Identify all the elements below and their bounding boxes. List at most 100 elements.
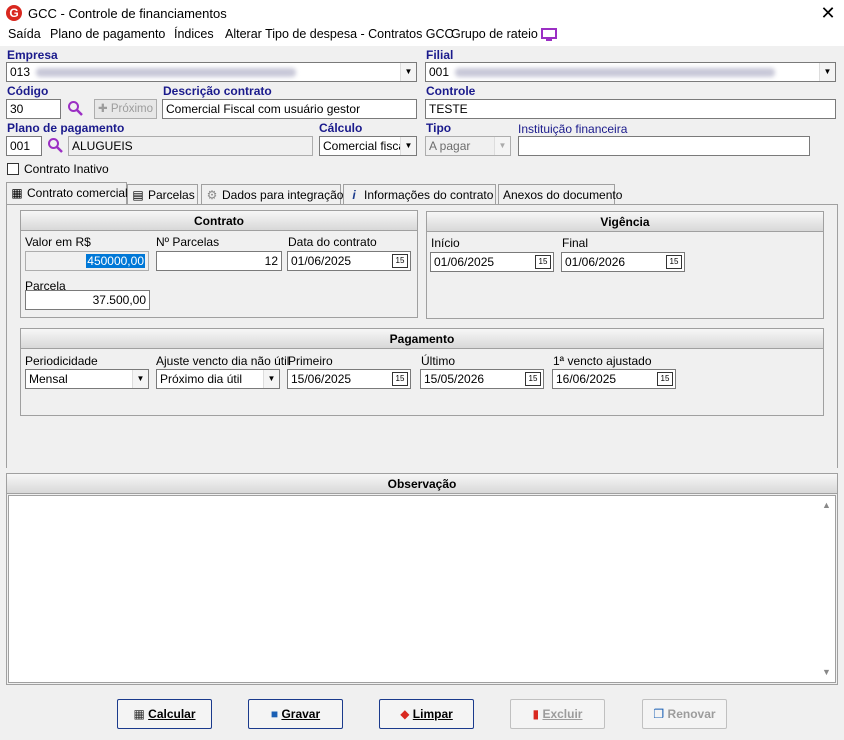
final-input[interactable]: 01/06/2026 15	[561, 252, 685, 272]
calculo-label: Cálculo	[319, 121, 363, 135]
chevron-down-icon[interactable]: ▼	[494, 137, 510, 155]
ajuste-value: Próximo dia útil	[160, 372, 243, 386]
limpar-button[interactable]: ◆ Limpar	[379, 699, 474, 729]
search-icon[interactable]	[47, 137, 63, 153]
menu-plano-pagamento[interactable]: Plano de pagamento	[50, 27, 165, 41]
chevron-down-icon[interactable]: ▼	[400, 137, 416, 155]
ultimo-input[interactable]: 15/05/2026 15	[420, 369, 544, 389]
empresa-select[interactable]: 013 ▼	[6, 62, 417, 82]
empresa-name-redacted	[36, 68, 297, 78]
tab-label: Informações do contrato	[364, 188, 494, 202]
valor-input[interactable]: 450000,00	[25, 251, 149, 271]
inicio-input[interactable]: 01/06/2025 15	[430, 252, 554, 272]
menu-indices[interactable]: Índices	[174, 27, 214, 41]
codigo-input[interactable]: 30	[6, 99, 61, 119]
instituicao-input[interactable]	[518, 136, 810, 156]
trash-icon: ▮	[532, 707, 540, 721]
proximo-button[interactable]: ✚ Próximo	[94, 99, 157, 119]
calculator-icon: ▦	[133, 707, 145, 721]
inicio-label: Início	[431, 236, 460, 250]
tab-label: Anexos do documento	[503, 188, 623, 202]
ajustado-value: 16/06/2025	[556, 372, 617, 386]
nparcelas-label: Nº Parcelas	[156, 235, 220, 249]
controle-input[interactable]: TESTE	[425, 99, 836, 119]
chevron-down-icon[interactable]: ▼	[400, 63, 416, 81]
search-icon[interactable]	[67, 100, 83, 116]
filial-label: Filial	[426, 48, 454, 62]
close-icon[interactable]: ✕	[818, 3, 838, 23]
monitor-icon[interactable]	[541, 28, 557, 42]
ajustado-input[interactable]: 16/06/2025 15	[552, 369, 676, 389]
renovar-button[interactable]: ❐ Renovar	[642, 699, 727, 729]
contrato-inativo-checkbox[interactable]	[7, 163, 19, 175]
ajuste-select[interactable]: Próximo dia útil ▼	[156, 369, 280, 389]
instituicao-label: Instituição financeira	[518, 122, 628, 136]
tab-label: Contrato comercial	[27, 186, 128, 200]
periodicidade-label: Periodicidade	[25, 354, 98, 368]
calendar-icon[interactable]: 15	[666, 255, 682, 269]
tab-label: Parcelas	[148, 188, 195, 202]
filial-code: 001	[429, 65, 450, 79]
calendar-icon[interactable]: 15	[392, 372, 408, 386]
primeiro-input[interactable]: 15/06/2025 15	[287, 369, 411, 389]
info-icon: i	[352, 188, 356, 202]
filial-name-redacted	[455, 68, 776, 78]
limpar-label: Limpar	[412, 707, 453, 721]
menu-grupo-rateio[interactable]: Grupo de rateio	[451, 27, 538, 41]
tab-contrato-comercial[interactable]: ▦ Contrato comercial	[6, 182, 128, 205]
ajuste-label: Ajuste vencto dia não útil	[156, 354, 290, 368]
nparcelas-input[interactable]: 12	[156, 251, 282, 271]
parcela-input[interactable]: 37.500,00	[25, 290, 150, 310]
primeiro-label: Primeiro	[288, 354, 333, 368]
calendar-icon[interactable]: 15	[525, 372, 541, 386]
contrato-inativo-label: Contrato Inativo	[24, 162, 109, 176]
gear-icon: ⚙	[206, 188, 218, 202]
chevron-down-icon[interactable]: ▼	[132, 370, 148, 388]
controle-label: Controle	[426, 84, 476, 98]
scroll-up-icon[interactable]: ▲	[822, 500, 831, 510]
calcular-button[interactable]: ▦ Calcular	[117, 699, 212, 729]
data-contrato-value: 01/06/2025	[291, 254, 352, 268]
tab-dados-integracao[interactable]: ⚙ Dados para integração	[201, 184, 343, 205]
tipo-label: Tipo	[426, 121, 452, 135]
tipo-value: A pagar	[429, 139, 471, 153]
excluir-button[interactable]: ▮ Excluir	[510, 699, 605, 729]
periodicidade-value: Mensal	[29, 372, 68, 386]
filial-select[interactable]: 001 ▼	[425, 62, 836, 82]
tab-informacoes-contrato[interactable]: i Informações do contrato	[343, 184, 496, 205]
calculator-icon: ▦	[11, 186, 23, 200]
observacao-textarea[interactable]	[8, 495, 836, 683]
eraser-icon: ◆	[400, 707, 410, 721]
ajustado-label: 1ª vencto ajustado	[553, 354, 652, 368]
data-contrato-input[interactable]: 01/06/2025 15	[287, 251, 411, 271]
valor-label: Valor em R$	[25, 235, 91, 249]
tab-anexos-documento[interactable]: Anexos do documento	[498, 184, 622, 205]
gravar-label: Gravar	[281, 707, 321, 721]
tipo-select[interactable]: A pagar ▼	[425, 136, 511, 156]
descricao-input[interactable]: Comercial Fiscal com usuário gestor	[162, 99, 417, 119]
pagamento-panel-title: Pagamento	[21, 329, 823, 349]
chevron-down-icon[interactable]: ▼	[263, 370, 279, 388]
plano-label: Plano de pagamento	[7, 121, 125, 135]
scroll-down-icon[interactable]: ▼	[822, 667, 831, 677]
calendar-icon[interactable]: 15	[657, 372, 673, 386]
copy-icon: ❐	[653, 707, 665, 721]
calculo-select[interactable]: Comercial fiscal ▼	[319, 136, 417, 156]
calendar-icon[interactable]: 15	[392, 254, 408, 268]
primeiro-value: 15/06/2025	[291, 372, 352, 386]
ultimo-value: 15/05/2026	[424, 372, 485, 386]
menu-alterar-tipo[interactable]: Alterar Tipo de despesa - Contratos GCC	[225, 27, 454, 41]
menu-saida[interactable]: Saída	[8, 27, 41, 41]
plus-icon: ✚	[97, 103, 108, 115]
save-icon: ■	[270, 707, 279, 721]
window-title: GCC - Controle de financiamentos	[28, 6, 227, 21]
plano-code-input[interactable]: 001	[6, 136, 42, 156]
calculo-value: Comercial fiscal	[323, 139, 408, 153]
observacao-panel-title: Observação	[7, 474, 837, 494]
periodicidade-select[interactable]: Mensal ▼	[25, 369, 149, 389]
tab-parcelas[interactable]: ▤ Parcelas	[127, 184, 198, 205]
gravar-button[interactable]: ■ Gravar	[248, 699, 343, 729]
chevron-down-icon[interactable]: ▼	[819, 63, 835, 81]
ultimo-label: Último	[421, 354, 456, 368]
calendar-icon[interactable]: 15	[535, 255, 551, 269]
